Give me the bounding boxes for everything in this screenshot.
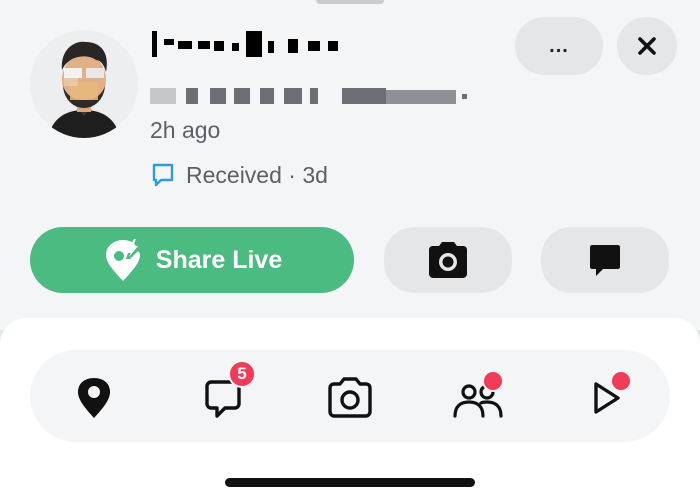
name-redaction — [152, 31, 342, 57]
more-options-button[interactable]: ... — [515, 17, 603, 75]
nav-map-tab[interactable] — [66, 370, 122, 426]
received-status: Received · 3d — [150, 160, 328, 190]
close-button[interactable] — [617, 17, 677, 75]
chat-button[interactable] — [541, 227, 669, 293]
avatar[interactable] — [30, 30, 138, 138]
chat-unread-badge: 5 — [228, 360, 256, 388]
camera-icon — [328, 377, 372, 418]
drag-handle[interactable] — [316, 0, 384, 4]
received-label: Received · 3d — [186, 161, 328, 188]
stories-notification-dot — [610, 370, 632, 392]
home-indicator[interactable] — [225, 478, 475, 487]
chat-outline-icon — [152, 163, 174, 187]
share-live-pin-icon — [105, 239, 140, 281]
nav-camera-tab[interactable] — [322, 370, 378, 426]
bitmoji-icon — [48, 41, 120, 138]
chat-icon — [590, 245, 620, 276]
last-seen-time: 2h ago — [150, 117, 221, 143]
camera-button[interactable] — [384, 227, 512, 293]
share-live-label: Share Live — [155, 245, 283, 274]
map-pin-icon — [78, 378, 110, 418]
share-live-button[interactable]: Share Live — [30, 227, 354, 293]
camera-icon — [429, 242, 467, 278]
close-icon — [638, 37, 656, 55]
location-redaction — [150, 86, 470, 106]
friends-notification-dot — [482, 370, 504, 392]
